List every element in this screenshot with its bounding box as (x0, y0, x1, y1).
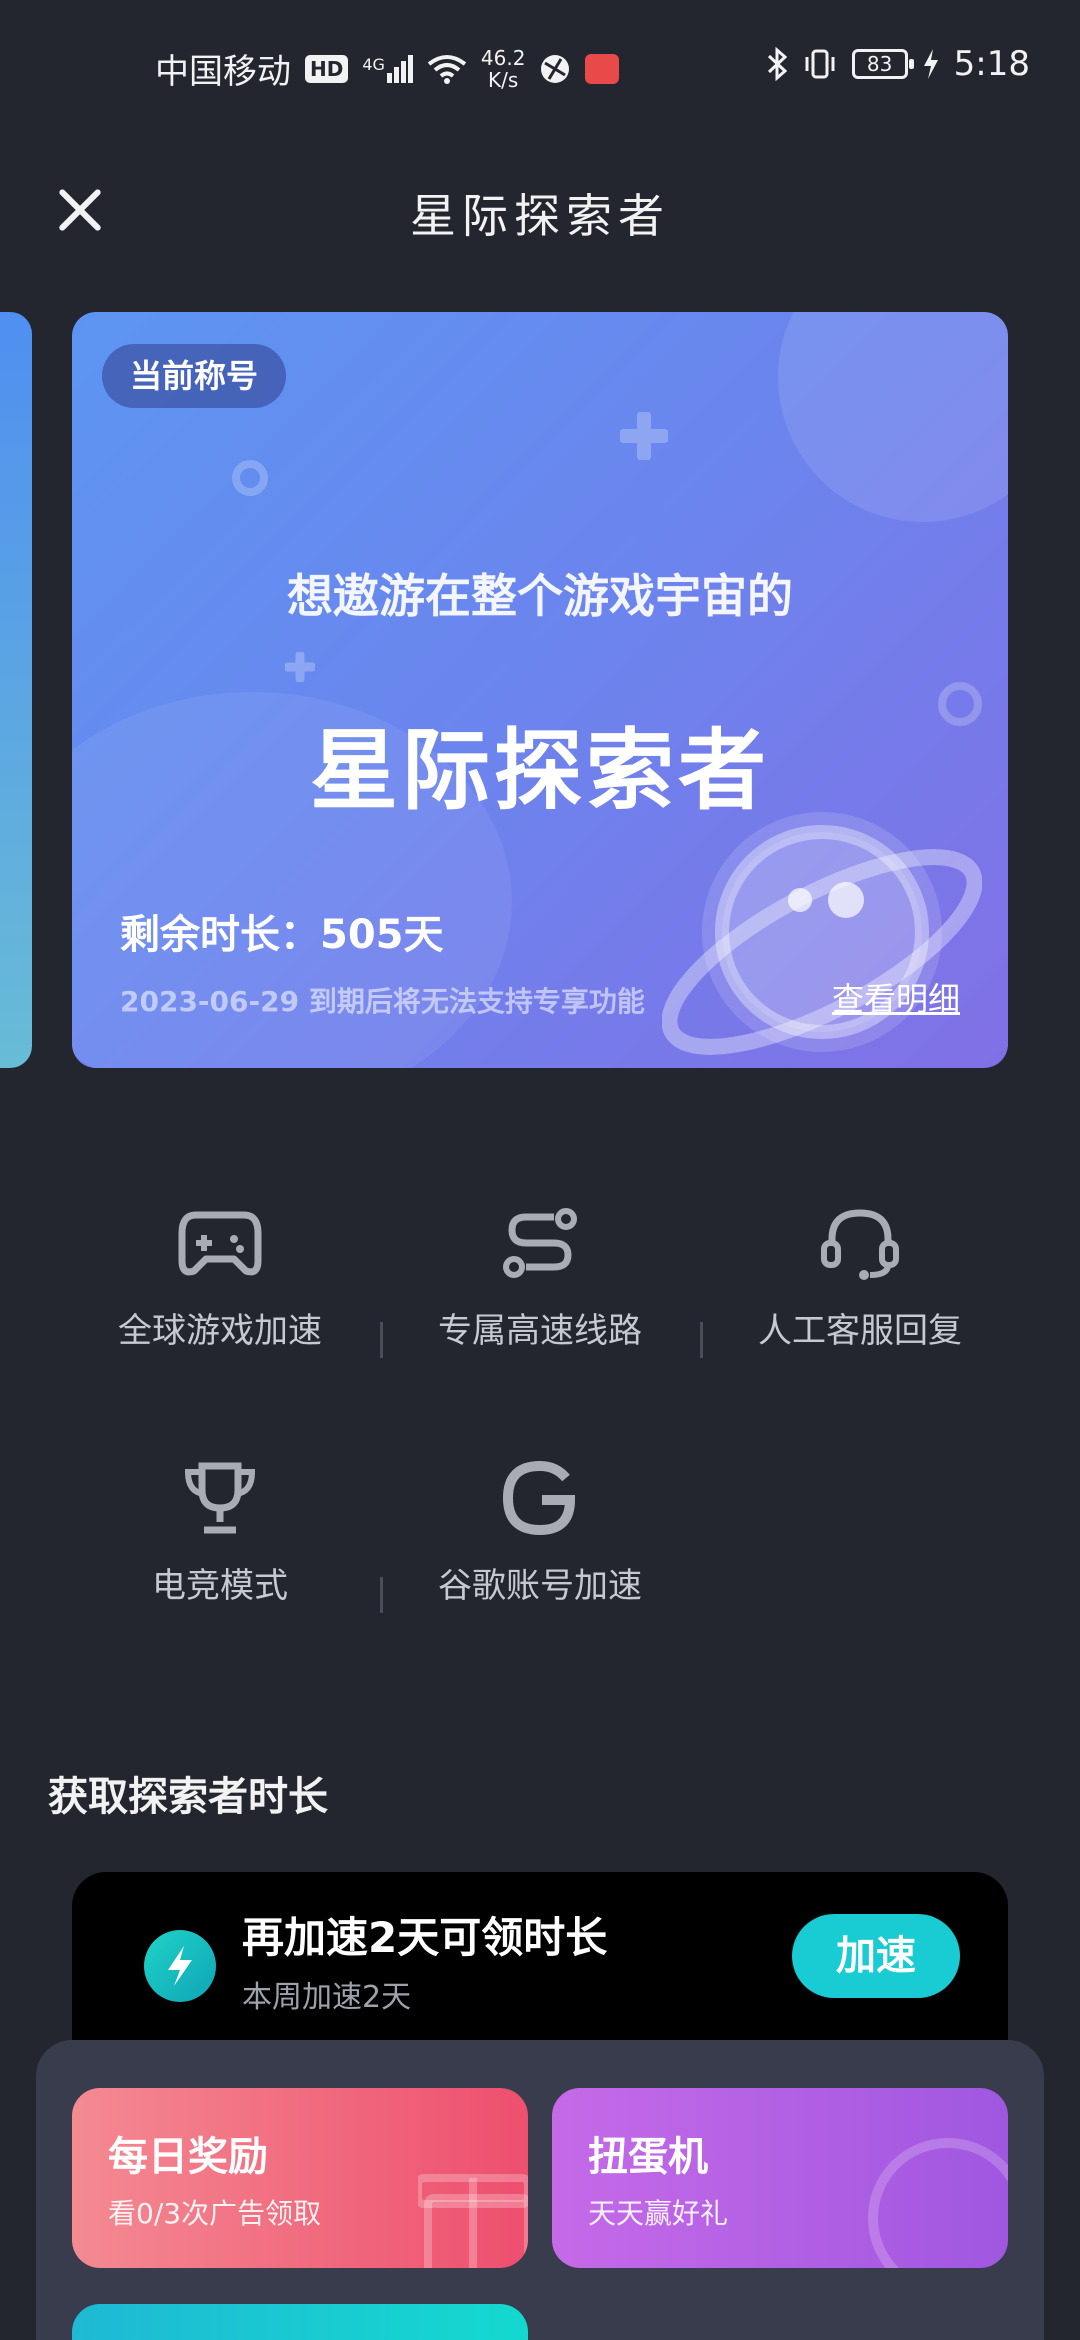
planet-icon (662, 812, 982, 1055)
status-bar: 中国移动 HD 4G 46.2 K/s 83 5:18 (0, 0, 1080, 130)
trophy-icon (184, 1462, 256, 1534)
headset-icon (821, 1209, 899, 1280)
feature-human-support[interactable]: 人工客服回复 (700, 1205, 1020, 1352)
feature-dedicated-route[interactable]: 专属高速线路 (380, 1205, 700, 1352)
card-decoration (778, 312, 1008, 522)
feature-global-acceleration[interactable]: 全球游戏加速 (60, 1205, 380, 1352)
card-subtitle: 想遨游在整个游戏宇宙的 (287, 569, 793, 623)
bluetooth-icon (767, 47, 787, 81)
book-app-icon (585, 53, 620, 84)
remaining-duration: 剩余时长：505天 (120, 912, 444, 958)
google-icon (502, 1460, 576, 1536)
page-title: 星际探索者 (410, 189, 670, 243)
current-title-badge: 当前称号 (102, 344, 287, 408)
feature-esports-mode[interactable]: 电竞模式 (60, 1460, 380, 1607)
charging-icon (923, 49, 938, 79)
reward-title: 每日奖励 (108, 2134, 268, 2180)
header: 星际探索者 (0, 170, 1080, 250)
feature-label: 电竞模式 (152, 1566, 288, 1606)
battery-indicator: 83 (851, 49, 914, 79)
planet-decoration (868, 2138, 1008, 2268)
vibrate-icon (805, 49, 835, 79)
next-reward-card[interactable] (72, 2304, 528, 2340)
carrier-label: 中国移动 (155, 52, 291, 92)
reward-title: 扭蛋机 (588, 2134, 708, 2180)
feature-google-acceleration[interactable]: 谷歌账号加速 (380, 1460, 700, 1607)
sparkle-decoration (620, 412, 668, 460)
task-subtitle: 本周加速2天 (242, 1980, 412, 2015)
rewards-panel: 每日奖励 看0/3次广告领取 扭蛋机 天天赢好礼 (36, 2040, 1044, 2340)
feature-label: 专属高速线路 (438, 1311, 642, 1351)
reward-subtitle: 天天赢好礼 (588, 2197, 729, 2230)
ball-app-icon (541, 54, 570, 83)
ring-decoration (232, 460, 268, 496)
reward-subtitle: 看0/3次广告领取 (108, 2197, 322, 2230)
daily-reward-card[interactable]: 每日奖励 看0/3次广告领取 (72, 2088, 528, 2268)
expire-note: 2023-06-29 到期后将无法支持专享功能 (120, 985, 645, 1018)
signal-icon: 4G (362, 54, 413, 83)
net-speed: 46.2 K/s (480, 45, 526, 92)
feature-label: 人工客服回复 (758, 1311, 962, 1351)
feature-label: 谷歌账号加速 (438, 1566, 642, 1606)
clock: 5:18 (953, 44, 1030, 84)
hd-badge: HD (305, 54, 349, 83)
task-title: 再加速2天可领时长 (242, 1913, 608, 1962)
gamepad-icon (178, 1211, 262, 1276)
lightning-icon (144, 1930, 216, 2002)
boost-button[interactable]: 加速 (792, 1914, 960, 1998)
route-icon (503, 1208, 577, 1278)
wifi-icon (427, 54, 467, 84)
gift-icon (418, 2174, 528, 2268)
prev-title-card[interactable] (0, 312, 32, 1068)
view-detail-link[interactable]: 查看明细 (832, 974, 960, 1020)
feature-label: 全球游戏加速 (118, 1311, 322, 1351)
section-title: 获取探索者时长 (48, 1774, 328, 1820)
title-card[interactable]: 当前称号 想遨游在整个游戏宇宙的 星际探索者 剩余时长：505天 2023-06… (72, 312, 1008, 1068)
gacha-card[interactable]: 扭蛋机 天天赢好礼 (552, 2088, 1008, 2268)
sparkle-decoration (285, 652, 315, 682)
